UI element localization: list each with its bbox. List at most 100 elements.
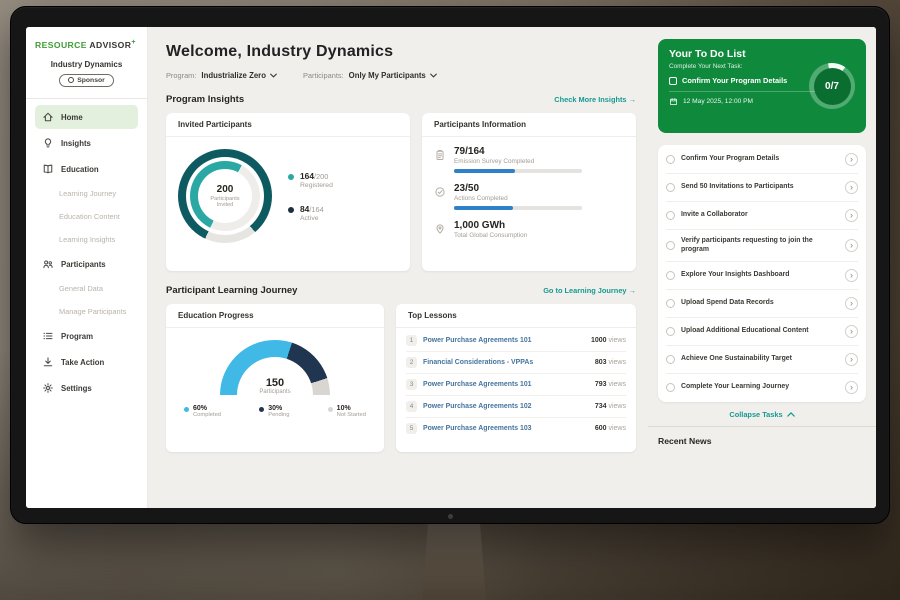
todo-progress-count: 0/7: [825, 81, 839, 92]
chevron-right-icon[interactable]: ›: [845, 153, 858, 166]
check-circle-icon: [434, 185, 446, 197]
task-item[interactable]: Achieve One Sustainability Target ›: [666, 346, 858, 374]
lesson-row[interactable]: 3 Power Purchase Agreements 101 793 view…: [406, 374, 626, 396]
lesson-link[interactable]: Power Purchase Agreements 101: [423, 381, 589, 388]
task-item[interactable]: Invite a Collaborator ›: [666, 202, 858, 230]
card-title: Invited Participants: [166, 113, 410, 137]
legend-not-started: 10%Not Started: [328, 405, 366, 418]
power-led: [448, 514, 453, 519]
checkbox-icon[interactable]: [669, 77, 677, 85]
lesson-link[interactable]: Power Purchase Agreements 103: [423, 425, 589, 432]
next-task[interactable]: Confirm Your Program Details: [669, 76, 814, 85]
progress-bar: [454, 206, 582, 210]
collapse-tasks-link[interactable]: Collapse Tasks: [658, 410, 866, 419]
chevron-right-icon[interactable]: ›: [845, 209, 858, 222]
sidebar-item-education-content[interactable]: Education Content: [35, 206, 138, 227]
arrow-right-icon: →: [629, 286, 636, 295]
chevron-right-icon[interactable]: ›: [845, 239, 858, 252]
lightbulb-icon: [42, 137, 54, 149]
lesson-row[interactable]: 4 Power Purchase Agreements 102 734 view…: [406, 396, 626, 418]
chevron-right-icon[interactable]: ›: [845, 381, 858, 394]
task-item[interactable]: Send 50 Invitations to Participants ›: [666, 174, 858, 202]
task-checkbox[interactable]: [666, 299, 675, 308]
sidebar-item-learning-journey[interactable]: Learning Journey: [35, 183, 138, 204]
task-checkbox[interactable]: [666, 271, 675, 280]
education-progress-card: Education Progress 150 Participants: [166, 304, 384, 452]
program-select[interactable]: Industrialize Zero: [201, 71, 277, 80]
chevron-right-icon[interactable]: ›: [845, 325, 858, 338]
actions-completed-stat: 23/50 Actions Completed: [434, 183, 624, 210]
lesson-link[interactable]: Power Purchase Agreements 101: [423, 337, 585, 344]
dashboard-screen: RESOURCE ADVISOR+ Industry Dynamics Spon…: [26, 27, 876, 508]
sponsor-label: Sponsor: [77, 77, 105, 84]
sponsor-badge[interactable]: Sponsor: [59, 74, 114, 87]
sidebar-item-general-data[interactable]: General Data: [35, 278, 138, 299]
lesson-row[interactable]: 5 Power Purchase Agreements 103 600 view…: [406, 418, 626, 439]
legend-dot: [288, 207, 294, 213]
chevron-up-icon: [787, 412, 795, 417]
task-checkbox[interactable]: [666, 155, 675, 164]
panel-divider: [648, 426, 876, 427]
go-to-learning-journey-link[interactable]: Go to Learning Journey →: [543, 286, 636, 295]
task-checkbox[interactable]: [666, 383, 675, 392]
sidebar-label: Insights: [61, 139, 91, 148]
arrow-right-icon: →: [629, 95, 636, 104]
main-content: Welcome, Industry Dynamics Program: Indu…: [148, 27, 648, 508]
sidebar-item-learning-insights[interactable]: Learning Insights: [35, 229, 138, 250]
task-item[interactable]: Upload Additional Educational Content ›: [666, 318, 858, 346]
task-checkbox[interactable]: [666, 211, 675, 220]
sidebar-item-program[interactable]: Program: [35, 324, 138, 348]
participants-select[interactable]: Only My Participants: [349, 71, 437, 80]
progress-bar: [454, 169, 582, 173]
chevron-right-icon[interactable]: ›: [845, 353, 858, 366]
legend-registered: 164/200 Registered: [288, 171, 333, 189]
sidebar-label: Learning Insights: [59, 235, 115, 244]
sidebar-label: Take Action: [61, 358, 104, 367]
chevron-right-icon[interactable]: ›: [845, 297, 858, 310]
lesson-link[interactable]: Power Purchase Agreements 102: [423, 403, 589, 410]
todo-card: Your To Do List Complete Your Next Task:…: [658, 39, 866, 133]
sidebar-label: Education Content: [59, 212, 120, 221]
top-lessons-card: Top Lessons 1 Power Purchase Agreements …: [396, 304, 636, 452]
task-checkbox[interactable]: [666, 241, 675, 250]
lesson-row[interactable]: 2 Financial Considerations - VPPAs 803 v…: [406, 352, 626, 374]
sidebar-item-manage-participants[interactable]: Manage Participants: [35, 301, 138, 322]
brand-plus: +: [131, 39, 136, 46]
filters-bar: Program: Industrialize Zero Participants…: [166, 71, 636, 80]
chevron-right-icon[interactable]: ›: [845, 181, 858, 194]
global-consumption-stat: 1,000 GWh Total Global Consumption: [434, 220, 624, 239]
people-icon: [42, 258, 54, 270]
task-checkbox[interactable]: [666, 355, 675, 364]
task-item[interactable]: Explore Your Insights Dashboard ›: [666, 262, 858, 290]
sidebar-item-take-action[interactable]: Take Action: [35, 350, 138, 374]
sidebar-label: General Data: [59, 284, 103, 293]
lesson-link[interactable]: Financial Considerations - VPPAs: [423, 359, 589, 366]
task-checkbox[interactable]: [666, 327, 675, 336]
chevron-right-icon[interactable]: ›: [845, 269, 858, 282]
sidebar-item-settings[interactable]: Settings: [35, 376, 138, 400]
section-title: Participant Learning Journey: [166, 285, 297, 296]
sidebar-item-education[interactable]: Education: [35, 157, 138, 181]
task-checkbox[interactable]: [666, 183, 675, 192]
monitor-stand: [422, 518, 486, 600]
check-more-insights-link[interactable]: Check More Insights →: [554, 95, 636, 104]
task-item[interactable]: Verify participants requesting to join t…: [666, 230, 858, 262]
sidebar-item-participants[interactable]: Participants: [35, 252, 138, 276]
task-item[interactable]: Complete Your Learning Journey ›: [666, 374, 858, 401]
task-item[interactable]: Confirm Your Program Details ›: [666, 146, 858, 174]
org-block: Industry Dynamics Sponsor: [35, 60, 138, 89]
desk-background: RESOURCE ADVISOR+ Industry Dynamics Spon…: [0, 0, 900, 600]
education-progress-gauge: 150 Participants: [220, 340, 330, 395]
legend-dot: [328, 407, 333, 412]
legend-completed: 60%Completed: [184, 405, 221, 418]
participants-information-card: Participants Information 79/164 Emission…: [422, 113, 636, 271]
sidebar-item-insights[interactable]: Insights: [35, 131, 138, 155]
emission-survey-stat: 79/164 Emission Survey Completed: [434, 146, 624, 173]
lesson-row[interactable]: 1 Power Purchase Agreements 101 1000 vie…: [406, 330, 626, 352]
active-participants-ring: 200 Participants Invited: [190, 161, 260, 231]
monitor: RESOURCE ADVISOR+ Industry Dynamics Spon…: [10, 6, 890, 524]
download-icon: [42, 356, 54, 368]
pin-icon: [434, 222, 446, 234]
sidebar-item-home[interactable]: Home: [35, 105, 138, 129]
task-item[interactable]: Upload Spend Data Records ›: [666, 290, 858, 318]
